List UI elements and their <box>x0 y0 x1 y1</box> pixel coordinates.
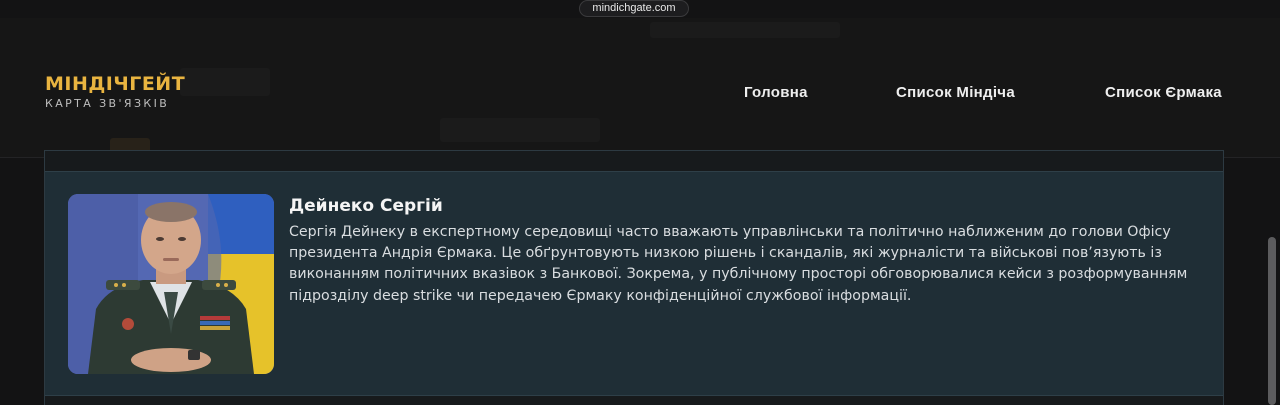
nav-item-yermak-list[interactable]: Список Єрмака <box>1105 82 1222 101</box>
url-bar[interactable]: mindichgate.com <box>579 0 689 17</box>
header-backdrop-shape <box>180 68 270 96</box>
site-logo[interactable]: МІНДІЧГЕЙТ КАРТА ЗВ'ЯЗКІВ <box>45 73 185 110</box>
nav-item-home[interactable]: Головна <box>744 82 808 101</box>
person-portrait-icon <box>68 194 274 374</box>
person-name: Дейнеко Сергій <box>289 196 443 216</box>
nav-link-yermak-list[interactable]: Список Єрмака <box>1105 84 1222 101</box>
person-bio: Сергія Дейнеку в експертному середовищі … <box>289 224 1188 304</box>
profile-card[interactable]: Дейнеко Сергій Сергія Дейнеку в експертн… <box>45 171 1223 396</box>
brand-subtitle: КАРТА ЗВ'ЯЗКІВ <box>45 97 170 110</box>
header-backdrop-shape <box>440 118 600 142</box>
page-scrollbar[interactable] <box>1268 237 1276 405</box>
site-header: МІНДІЧГЕЙТ КАРТА ЗВ'ЯЗКІВ Головна Список… <box>0 18 1280 158</box>
nav-link-home[interactable]: Головна <box>744 84 808 101</box>
header-backdrop-shape <box>650 22 840 38</box>
nav-item-mindich-list[interactable]: Список Міндіча <box>896 82 1015 101</box>
brand-title: МІНДІЧГЕЙТ <box>45 73 186 95</box>
portrait-illustration <box>68 194 274 374</box>
nav-link-mindich-list[interactable]: Список Міндіча <box>896 84 1015 101</box>
